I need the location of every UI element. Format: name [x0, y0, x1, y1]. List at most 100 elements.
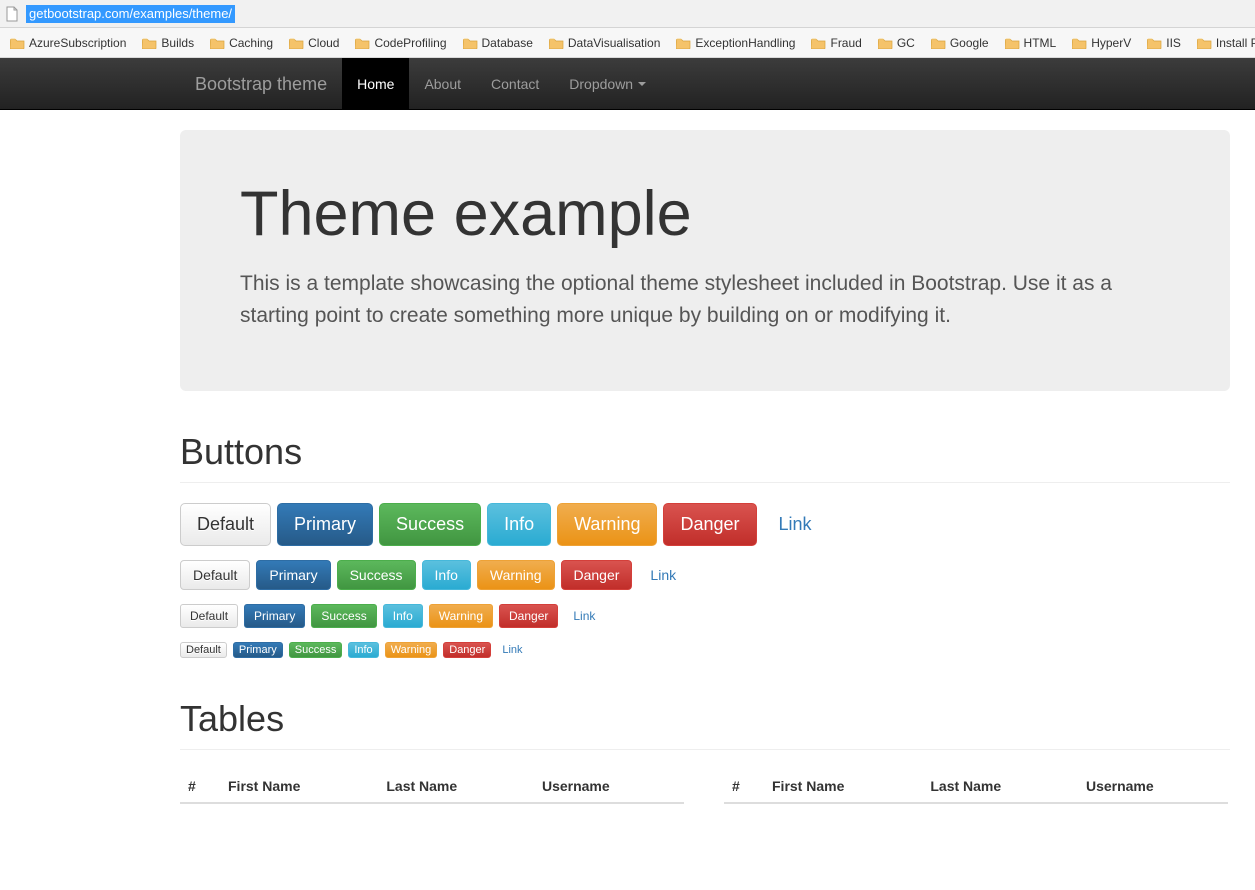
bookmark-google[interactable]: Google	[925, 33, 995, 53]
bookmark-install-problems[interactable]: Install Problems	[1191, 33, 1255, 53]
default-button-sm[interactable]: Default	[180, 604, 238, 628]
primary-button-lg[interactable]: Primary	[277, 503, 373, 546]
folder-icon	[142, 37, 157, 49]
nav-about[interactable]: About	[409, 58, 476, 109]
info-button-sm[interactable]: Info	[383, 604, 423, 628]
info-button-lg[interactable]: Info	[487, 503, 551, 546]
th-username: Username	[534, 770, 684, 803]
th-hash: #	[724, 770, 764, 803]
button-row-lg: DefaultPrimarySuccessInfoWarningDangerLi…	[180, 503, 1230, 546]
link-button-lg[interactable]: Link	[763, 504, 828, 545]
primary-button-sm[interactable]: Primary	[244, 604, 305, 628]
bookmark-html[interactable]: HTML	[999, 33, 1063, 53]
th-last-name: Last Name	[378, 770, 534, 803]
folder-icon	[549, 37, 564, 49]
nav-contact[interactable]: Contact	[476, 58, 554, 109]
folder-icon	[811, 37, 826, 49]
success-button-sm[interactable]: Success	[311, 604, 376, 628]
link-button-xs[interactable]: Link	[497, 643, 527, 657]
th-first-name: First Name	[764, 770, 922, 803]
danger-button-xs[interactable]: Danger	[443, 642, 491, 658]
bookmark-codeprofiling[interactable]: CodeProfiling	[349, 33, 452, 53]
primary-button-md[interactable]: Primary	[256, 560, 330, 590]
danger-button-md[interactable]: Danger	[561, 560, 633, 590]
navbar: Bootstrap theme Home About Contact Dropdown	[0, 58, 1255, 110]
warning-button-lg[interactable]: Warning	[557, 503, 657, 546]
danger-button-lg[interactable]: Danger	[663, 503, 756, 546]
bookmark-label: Builds	[161, 36, 194, 50]
bookmark-label: HTML	[1024, 36, 1057, 50]
th-hash: #	[180, 770, 220, 803]
button-row-xs: Default Primary Success Info Warning Danger Li…	[180, 642, 1230, 658]
bookmark-iis[interactable]: IIS	[1141, 33, 1187, 53]
bookmark-label: Cloud	[308, 36, 339, 50]
tables-section-header: Tables	[180, 698, 1230, 750]
bookmark-caching[interactable]: Caching	[204, 33, 279, 53]
tables-wrap: # First Name Last Name Username # First …	[180, 770, 1230, 804]
bookmark-label: CodeProfiling	[374, 36, 446, 50]
bookmark-exceptionhandling[interactable]: ExceptionHandling	[670, 33, 801, 53]
navbar-brand[interactable]: Bootstrap theme	[180, 58, 342, 109]
bookmark-label: Caching	[229, 36, 273, 50]
bookmark-label: HyperV	[1091, 36, 1131, 50]
success-button-md[interactable]: Success	[337, 560, 416, 590]
folder-icon	[878, 37, 893, 49]
default-button-lg[interactable]: Default	[180, 503, 271, 546]
bookmark-cloud[interactable]: Cloud	[283, 33, 345, 53]
folder-icon	[1147, 37, 1162, 49]
nav-label: Contact	[491, 74, 539, 94]
bookmark-label: AzureSubscription	[29, 36, 126, 50]
bookmark-gc[interactable]: GC	[872, 33, 921, 53]
button-row-sm: DefaultPrimarySuccess InfoWarningDanger Li…	[180, 604, 1230, 628]
bookmark-label: Google	[950, 36, 989, 50]
link-button-sm[interactable]: Link	[564, 605, 604, 627]
jumbotron-title: Theme example	[240, 178, 1170, 250]
bookmark-fraud[interactable]: Fraud	[805, 33, 867, 53]
default-button-xs[interactable]: Default	[180, 642, 227, 658]
nav-home[interactable]: Home	[342, 58, 409, 109]
primary-button-xs[interactable]: Primary	[233, 642, 283, 658]
buttons-section-header: Buttons	[180, 431, 1230, 483]
link-button-md[interactable]: Link	[638, 561, 688, 589]
success-button-xs[interactable]: Success	[289, 642, 343, 658]
warning-button-sm[interactable]: Warning	[429, 604, 493, 628]
bookmark-label: Install Problems	[1216, 36, 1255, 50]
bookmark-label: ExceptionHandling	[695, 36, 795, 50]
bookmark-database[interactable]: Database	[457, 33, 539, 53]
main-container: Theme example This is a template showcas…	[180, 110, 1230, 804]
folder-icon	[355, 37, 370, 49]
th-last-name: Last Name	[922, 770, 1078, 803]
folder-icon	[1197, 37, 1212, 49]
chevron-down-icon	[638, 82, 646, 86]
nav-dropdown[interactable]: Dropdown	[554, 58, 661, 109]
folder-icon	[1005, 37, 1020, 49]
bookmark-builds[interactable]: Builds	[136, 33, 200, 53]
th-first-name: First Name	[220, 770, 378, 803]
warning-button-md[interactable]: Warning	[477, 560, 555, 590]
bookmark-label: Database	[482, 36, 533, 50]
folder-icon	[210, 37, 225, 49]
warning-button-xs[interactable]: Warning	[385, 642, 438, 658]
bookmark-label: GC	[897, 36, 915, 50]
jumbotron: Theme example This is a template showcas…	[180, 130, 1230, 391]
default-button-md[interactable]: Default	[180, 560, 250, 590]
info-button-xs[interactable]: Info	[348, 642, 378, 658]
bookmark-hyperv[interactable]: HyperV	[1066, 33, 1137, 53]
info-button-md[interactable]: Info	[422, 560, 471, 590]
success-button-lg[interactable]: Success	[379, 503, 481, 546]
jumbotron-lead: This is a template showcasing the option…	[240, 268, 1170, 331]
bookmark-azuresubscription[interactable]: AzureSubscription	[4, 33, 132, 53]
browser-address-bar: getbootstrap.com/examples/theme/	[0, 0, 1255, 28]
nav-label: Home	[357, 74, 394, 94]
buttons-heading: Buttons	[180, 431, 1230, 473]
table-left: # First Name Last Name Username	[180, 770, 684, 804]
bookmark-label: Fraud	[830, 36, 861, 50]
url-text[interactable]: getbootstrap.com/examples/theme/	[26, 5, 235, 23]
page-icon	[4, 6, 20, 22]
bookmark-datavisualisation[interactable]: DataVisualisation	[543, 33, 667, 53]
bookmarks-bar: AzureSubscription Builds Caching Cloud CodeP…	[0, 28, 1255, 58]
danger-button-sm[interactable]: Danger	[499, 604, 558, 628]
folder-icon	[463, 37, 478, 49]
nav-label: About	[424, 74, 461, 94]
folder-icon	[1072, 37, 1087, 49]
